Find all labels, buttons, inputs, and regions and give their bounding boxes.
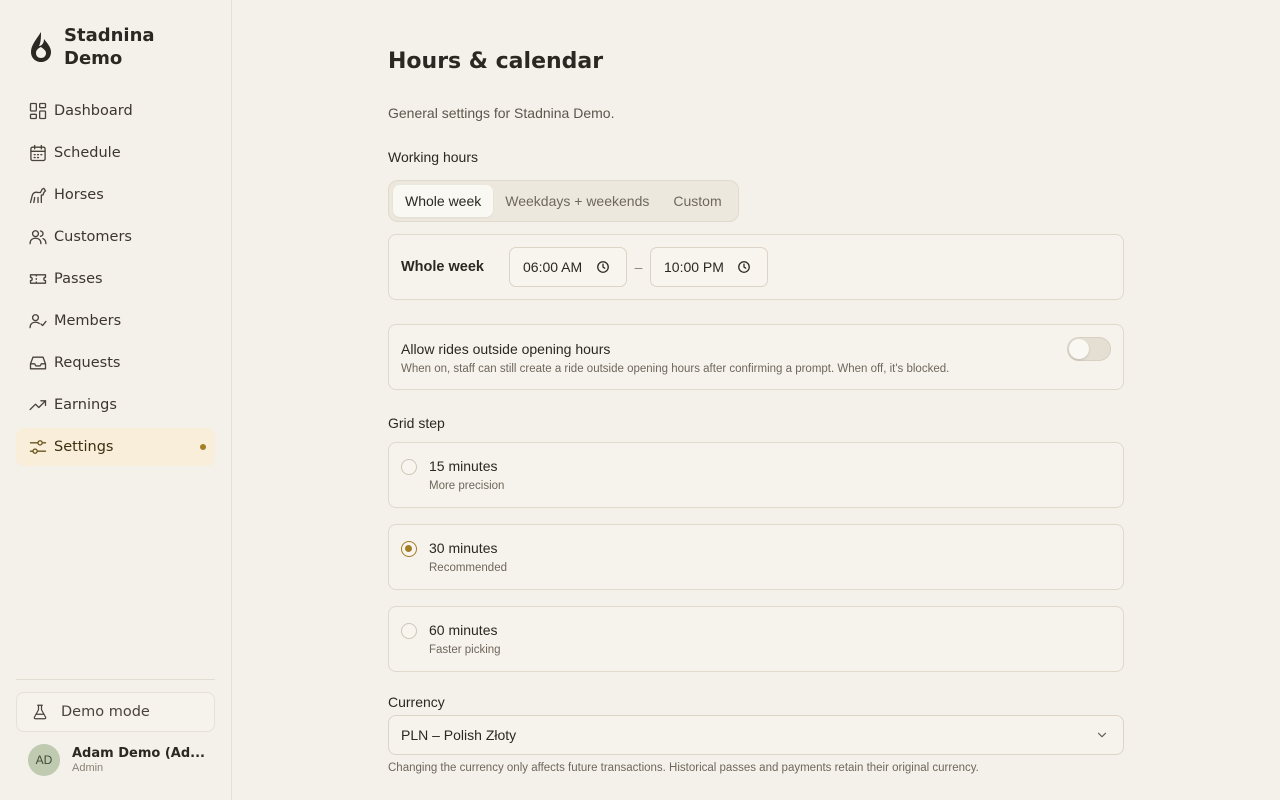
option-description: More precision: [429, 480, 505, 492]
sliders-icon: [29, 440, 47, 454]
sidebar-divider: [16, 679, 215, 680]
currency-help-text: Changing the currency only affects futur…: [388, 762, 979, 774]
calendar-icon: [30, 144, 46, 162]
drop-logo-icon: [31, 32, 51, 62]
user-name: Adam Demo (Ad...: [72, 746, 205, 761]
sidebar-item-settings[interactable]: Settings: [16, 428, 215, 466]
option-description: Recommended: [429, 562, 507, 574]
radio-button[interactable]: [401, 623, 417, 639]
sidebar-item-label: Dashboard: [54, 103, 133, 119]
sidebar-item-dashboard[interactable]: Dashboard: [16, 92, 215, 130]
sidebar-item-label: Earnings: [54, 397, 117, 413]
grid-step-option-60[interactable]: 60 minutes Faster picking: [388, 606, 1124, 672]
sidebar: Stadnina Demo Dashboard Schedule Horses …: [0, 0, 232, 800]
sidebar-item-label: Requests: [54, 355, 121, 371]
option-title: 30 minutes: [429, 540, 498, 556]
closing-time-input[interactable]: 10:00 PM: [650, 247, 768, 287]
sidebar-item-members[interactable]: Members: [16, 302, 215, 340]
grid-step-option-30[interactable]: 30 minutes Recommended: [388, 524, 1124, 590]
hours-row-label: Whole week: [401, 259, 484, 275]
sidebar-item-earnings[interactable]: Earnings: [16, 386, 215, 424]
option-description: Faster picking: [429, 644, 501, 656]
working-hours-mode-selector: Whole week Weekdays + weekends Custom: [388, 180, 739, 222]
grid-icon: [29, 102, 47, 120]
grid-step-option-15[interactable]: 15 minutes More precision: [388, 442, 1124, 508]
inbox-icon: [29, 356, 47, 370]
currency-label: Currency: [388, 694, 445, 710]
sidebar-item-label: Passes: [54, 271, 103, 287]
brand[interactable]: Stadnina Demo: [28, 24, 184, 70]
sidebar-item-label: Settings: [54, 439, 114, 455]
brand-name: Stadnina Demo: [64, 25, 155, 69]
user-profile[interactable]: AD Adam Demo (Ad... Admin: [28, 744, 218, 776]
toggle-knob: [1069, 339, 1089, 359]
demo-mode-button[interactable]: Demo mode: [16, 692, 215, 732]
sidebar-item-requests[interactable]: Requests: [16, 344, 215, 382]
currency-value: PLN – Polish Złoty: [401, 727, 517, 743]
radio-button[interactable]: [401, 459, 417, 475]
demo-mode-label: Demo mode: [61, 704, 150, 720]
currency-select[interactable]: PLN – Polish Złoty: [388, 715, 1124, 755]
working-hours-row: Whole week 06:00 AM – 10:00 PM: [388, 234, 1124, 300]
user-check-icon: [29, 314, 47, 329]
closing-time-value: 10:00 PM: [664, 259, 724, 275]
horse-icon: [29, 187, 47, 204]
trending-up-icon: [29, 400, 47, 411]
sidebar-item-schedule[interactable]: Schedule: [16, 134, 215, 172]
sidebar-nav: Dashboard Schedule Horses Customers Pass…: [16, 92, 215, 470]
clock-icon: [738, 261, 750, 273]
tab-weekdays-weekends[interactable]: Weekdays + weekends: [493, 185, 661, 217]
users-icon: [29, 230, 47, 245]
clock-icon: [597, 261, 609, 273]
working-hours-label: Working hours: [388, 149, 479, 165]
option-title: 60 minutes: [429, 622, 498, 638]
ticket-icon: [29, 274, 47, 284]
outside-hours-toggle[interactable]: [1067, 337, 1111, 361]
sidebar-item-customers[interactable]: Customers: [16, 218, 215, 256]
page-title: Hours & calendar: [388, 49, 604, 74]
opening-time-value: 06:00 AM: [523, 259, 583, 275]
sidebar-item-label: Schedule: [54, 145, 121, 161]
active-indicator-dot: [200, 444, 206, 450]
tab-whole-week[interactable]: Whole week: [393, 185, 494, 217]
opening-time-input[interactable]: 06:00 AM: [509, 247, 627, 287]
outside-hours-setting: Allow rides outside opening hours When o…: [388, 324, 1124, 390]
time-range-separator: –: [634, 259, 643, 275]
outside-hours-title: Allow rides outside opening hours: [401, 341, 611, 357]
chevron-down-icon: [1097, 732, 1107, 738]
user-role: Admin: [72, 762, 104, 774]
sidebar-item-label: Members: [54, 313, 122, 329]
grid-step-label: Grid step: [388, 415, 445, 431]
sidebar-item-passes[interactable]: Passes: [16, 260, 215, 298]
sidebar-item-label: Customers: [54, 229, 132, 245]
option-title: 15 minutes: [429, 458, 498, 474]
radio-button-selected[interactable]: [401, 541, 417, 557]
outside-hours-description: When on, staff can still create a ride o…: [401, 363, 950, 375]
avatar: AD: [28, 744, 60, 776]
sidebar-item-horses[interactable]: Horses: [16, 176, 215, 214]
sidebar-item-label: Horses: [54, 187, 104, 203]
page-subtitle: General settings for Stadnina Demo.: [388, 105, 615, 121]
flask-icon: [33, 704, 47, 720]
tab-custom[interactable]: Custom: [661, 185, 733, 217]
